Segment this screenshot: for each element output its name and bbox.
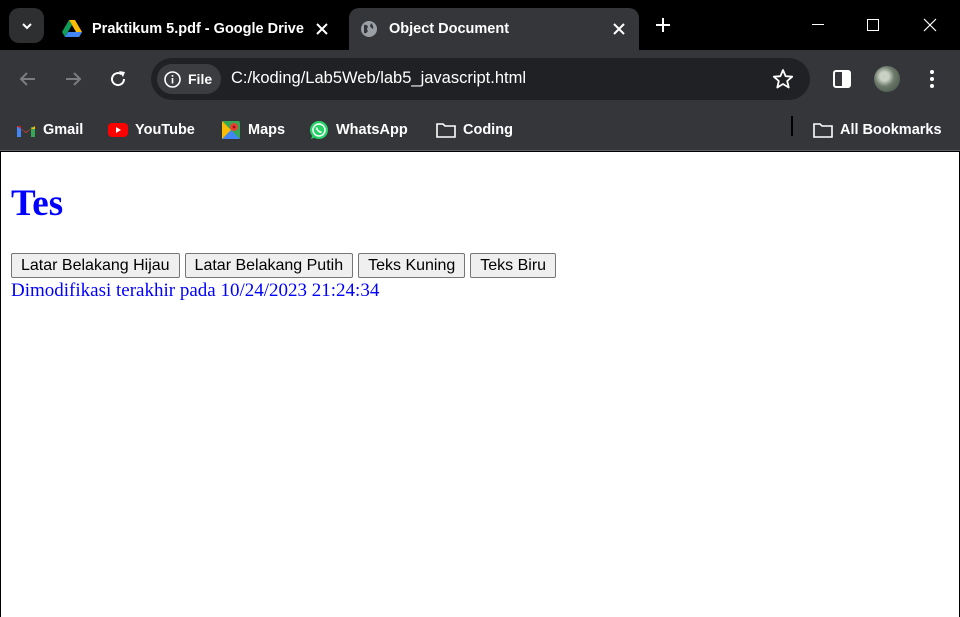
address-bar[interactable]: File C:/koding/Lab5Web/lab5_javascript.h… [151,58,810,100]
url-text[interactable]: C:/koding/Lab5Web/lab5_javascript.html [231,69,526,88]
chevron-down-icon [21,22,32,29]
plus-icon [656,18,670,32]
maps-icon [221,120,241,140]
google-drive-icon [62,19,82,39]
menu-button[interactable] [916,63,948,95]
minimize-icon [812,24,824,25]
bookmark-label: Coding [463,122,513,138]
new-tab-button[interactable] [648,10,678,40]
bookmarks-separator [791,116,793,136]
bookmark-maps[interactable]: Maps [221,116,285,144]
security-chip-label: File [188,71,213,87]
page-heading: Tes [11,183,64,224]
bookmarks-bar: Gmail YouTube Maps WhatsApp Coding All B… [0,108,960,151]
arrow-left-icon [19,72,35,86]
site-info-chip[interactable]: File [157,64,221,94]
reload-button[interactable] [102,63,134,95]
bookmark-label: WhatsApp [336,122,408,138]
minimize-button[interactable] [794,0,842,50]
tab-title: Praktikum 5.pdf - Google Drive [92,21,304,37]
close-tab-icon[interactable] [607,17,631,41]
bookmark-label: YouTube [135,122,195,138]
close-tab-icon[interactable] [310,17,334,41]
page-viewport: Tes Latar Belakang Hijau Latar Belakang … [1,152,959,617]
tab-title: Object Document [389,21,510,37]
blue-text-button[interactable]: Teks Biru [470,253,557,278]
green-background-button[interactable]: Latar Belakang Hijau [11,253,180,278]
tab-object-document[interactable]: Object Document [349,8,639,50]
bookmark-coding[interactable]: Coding [436,116,513,144]
bookmark-whatsapp[interactable]: WhatsApp [309,116,408,144]
whatsapp-icon [309,120,329,140]
maximize-button[interactable] [849,0,897,50]
profile-button[interactable] [871,63,903,95]
tab-google-drive[interactable]: Praktikum 5.pdf - Google Drive [52,8,342,50]
avatar [874,66,900,92]
bookmark-label: Gmail [43,122,84,138]
folder-icon [813,120,833,140]
browser-toolbar: File C:/koding/Lab5Web/lab5_javascript.h… [0,50,960,108]
bookmark-star-icon[interactable] [772,68,794,90]
arrow-right-icon [66,72,82,86]
forward-button[interactable] [57,63,89,95]
bookmark-gmail[interactable]: Gmail [16,116,83,144]
all-bookmarks-label: All Bookmarks [840,122,942,138]
kebab-menu-icon [930,70,934,88]
yellow-text-button[interactable]: Teks Kuning [358,253,466,278]
all-bookmarks-button[interactable]: All Bookmarks [813,116,942,144]
bookmark-label: Maps [248,122,286,138]
info-icon [164,70,181,88]
close-icon [923,18,937,32]
white-background-button[interactable]: Latar Belakang Putih [184,253,354,278]
bookmark-youtube[interactable]: YouTube [108,116,195,144]
youtube-icon [108,120,128,140]
side-panel-icon [833,70,851,88]
button-row: Latar Belakang Hijau Latar Belakang Puti… [11,253,557,278]
back-button[interactable] [12,63,44,95]
gmail-icon [16,120,36,140]
tab-strip: Praktikum 5.pdf - Google Drive Object Do… [0,0,960,50]
last-modified-text: Dimodifikasi terakhir pada 10/24/2023 21… [11,280,380,301]
side-panel-button[interactable] [826,63,858,95]
maximize-icon [867,19,879,31]
folder-icon [436,120,456,140]
tab-search-button[interactable] [9,8,44,43]
reload-icon [111,71,126,87]
globe-icon [359,19,379,39]
close-window-button[interactable] [906,0,954,50]
